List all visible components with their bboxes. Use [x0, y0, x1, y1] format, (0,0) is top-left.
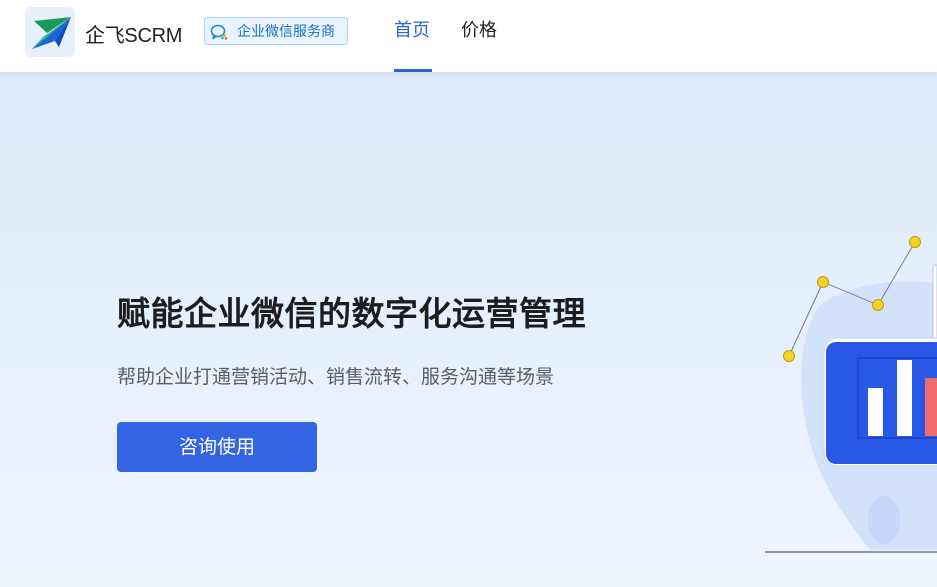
brand-logo-icon[interactable] [25, 7, 75, 57]
top-header: 企飞SCRM 企业微信服务商 首页 价格 [0, 0, 937, 72]
hero-title: 赋能企业微信的数字化运营管理 [117, 294, 586, 333]
wechat-work-icon [210, 23, 228, 41]
badge-label: 企业微信服务商 [237, 24, 335, 40]
service-provider-badge: 企业微信服务商 [204, 17, 348, 45]
consult-button[interactable]: 咨询使用 [117, 422, 317, 472]
dashboard-illustration [760, 225, 937, 560]
hero-subtitle: 帮助企业打通营销活动、销售流转、服务沟通等场景 [117, 366, 555, 388]
nav-active-indicator [394, 69, 432, 72]
nav-item-pricing[interactable]: 价格 [461, 19, 497, 43]
brand-name[interactable]: 企飞SCRM [85, 19, 182, 48]
nav-item-home[interactable]: 首页 [394, 19, 430, 43]
